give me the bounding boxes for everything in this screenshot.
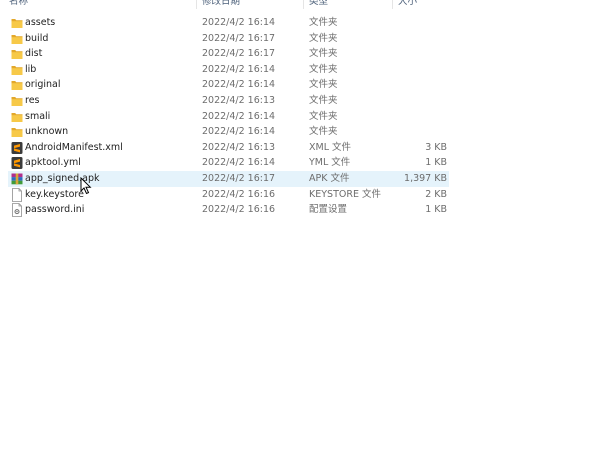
- file-modified-date: 2022/4/2 16:14: [202, 157, 276, 169]
- folder-icon: [11, 78, 23, 92]
- file-name: smali: [25, 110, 51, 122]
- file-modified-date: 2022/4/2 16:16: [202, 204, 276, 216]
- file-row[interactable]: password.ini 2022/4/2 16:16 配置设置 1 KB: [8, 202, 449, 218]
- file-name: password.ini: [25, 204, 85, 216]
- file-modified-date: 2022/4/2 16:17: [202, 32, 276, 44]
- file-name: original: [25, 79, 61, 91]
- file-name: AndroidManifest.xml: [25, 141, 123, 153]
- file-modified-date: 2022/4/2 16:14: [202, 63, 276, 75]
- folder-icon: [11, 125, 23, 139]
- file-type: 配置设置: [309, 204, 348, 216]
- file-modified-date: 2022/4/2 16:14: [202, 110, 276, 122]
- file-name: unknown: [25, 126, 69, 138]
- file-name: assets: [25, 17, 56, 28]
- file-modified-date: 2022/4/2 16:13: [202, 141, 276, 153]
- file-row[interactable]: dist 2022/4/2 16:17 文件夹: [8, 46, 449, 62]
- folder-icon: [11, 110, 23, 124]
- file-type: 文件夹: [309, 95, 338, 106]
- file-modified-date: 2022/4/2 16:16: [202, 188, 276, 200]
- file-size: 1 KB: [425, 204, 447, 216]
- file-modified-date: 2022/4/2 16:14: [202, 17, 276, 28]
- file-type: 文件夹: [309, 79, 338, 91]
- folder-icon: [11, 32, 23, 46]
- file-size: 1,397 KB: [404, 173, 447, 184]
- file-name: key.keystore: [25, 188, 84, 200]
- sublime-file-icon: [11, 141, 23, 155]
- file-size: 3 KB: [425, 141, 447, 153]
- file-row[interactable]: original 2022/4/2 16:14 文件夹: [8, 77, 449, 93]
- file-modified-date: 2022/4/2 16:13: [202, 95, 276, 106]
- file-modified-date: 2022/4/2 16:17: [202, 48, 276, 60]
- folder-icon: [11, 63, 23, 77]
- blank-file-icon: [11, 187, 23, 202]
- file-row[interactable]: build 2022/4/2 16:17 文件夹: [8, 31, 449, 47]
- file-row[interactable]: assets 2022/4/2 16:14 文件夹: [8, 15, 449, 31]
- file-type: KEYSTORE 文件: [309, 188, 381, 200]
- file-size: 1 KB: [425, 157, 447, 169]
- file-size: 2 KB: [425, 188, 447, 200]
- winrar-archive-icon: [11, 172, 23, 186]
- column-modified-header[interactable]: 修改日期: [202, 0, 240, 9]
- file-row[interactable]: smali 2022/4/2 16:14 文件夹: [8, 109, 449, 125]
- file-modified-date: 2022/4/2 16:17: [202, 173, 276, 184]
- file-type: 文件夹: [309, 32, 338, 44]
- file-row[interactable]: unknown 2022/4/2 16:14 文件夹: [8, 124, 449, 140]
- sublime-file-icon: [11, 156, 23, 170]
- file-name: lib: [25, 63, 37, 75]
- file-row[interactable]: apktool.yml 2022/4/2 16:14 YML 文件 1 KB: [8, 155, 449, 171]
- file-name: res: [25, 95, 40, 106]
- column-name-header[interactable]: 名称: [9, 0, 28, 9]
- file-type: 文件夹: [309, 17, 338, 28]
- column-size-header[interactable]: 大小: [398, 0, 417, 9]
- column-type-header[interactable]: 类型: [309, 0, 328, 9]
- column-separator[interactable]: [196, 0, 197, 9]
- file-row[interactable]: key.keystore 2022/4/2 16:16 KEYSTORE 文件 2 K…: [8, 187, 449, 203]
- folder-icon: [11, 16, 23, 30]
- settings-file-icon: [11, 203, 23, 218]
- file-type: 文件夹: [309, 63, 338, 75]
- column-separator[interactable]: [392, 0, 393, 9]
- file-type: XML 文件: [309, 141, 352, 153]
- mouse-cursor-icon: [80, 177, 92, 195]
- file-name: apktool.yml: [25, 157, 81, 169]
- file-type: 文件夹: [309, 126, 338, 138]
- file-type: APK 文件: [309, 173, 350, 184]
- file-type: 文件夹: [309, 48, 338, 60]
- column-separator[interactable]: [303, 0, 304, 9]
- file-row[interactable]: res 2022/4/2 16:13 文件夹: [8, 93, 449, 109]
- file-row[interactable]: AndroidManifest.xml 2022/4/2 16:13 XML 文件 3…: [8, 140, 449, 156]
- folder-icon: [11, 94, 23, 108]
- column-header: 名称 修改日期 类型 大小: [0, 0, 600, 9]
- file-modified-date: 2022/4/2 16:14: [202, 126, 276, 138]
- folder-icon: [11, 47, 23, 61]
- file-row[interactable]: lib 2022/4/2 16:14 文件夹: [8, 62, 449, 78]
- file-row[interactable]: app_signed.apk 2022/4/2 16:17 APK 文件 1,397 …: [8, 171, 449, 187]
- file-type: YML 文件: [309, 157, 351, 169]
- file-name: dist: [25, 48, 43, 60]
- file-type: 文件夹: [309, 110, 338, 122]
- file-modified-date: 2022/4/2 16:14: [202, 79, 276, 91]
- file-name: build: [25, 32, 49, 44]
